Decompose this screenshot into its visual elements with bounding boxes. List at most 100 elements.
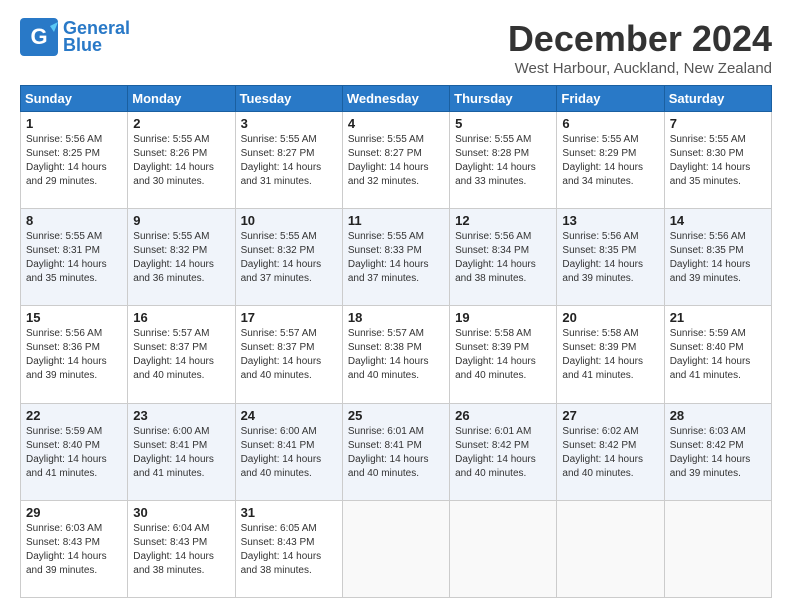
- calendar-cell: 19 Sunrise: 5:58 AM Sunset: 8:39 PM Dayli…: [450, 306, 557, 403]
- calendar-cell: 13 Sunrise: 5:56 AM Sunset: 8:35 PM Dayli…: [557, 209, 664, 306]
- day-info: Sunrise: 5:55 AM Sunset: 8:26 PM Dayligh…: [133, 133, 229, 189]
- col-tuesday: Tuesday: [235, 86, 342, 112]
- day-info: Sunrise: 5:57 AM Sunset: 8:38 PM Dayligh…: [348, 327, 444, 383]
- calendar-cell: 17 Sunrise: 5:57 AM Sunset: 8:37 PM Dayli…: [235, 306, 342, 403]
- calendar-table: Sunday Monday Tuesday Wednesday Thursday…: [20, 85, 772, 598]
- day-info: Sunrise: 5:56 AM Sunset: 8:36 PM Dayligh…: [26, 327, 122, 383]
- calendar-cell: 26 Sunrise: 6:01 AM Sunset: 8:42 PM Dayli…: [450, 403, 557, 500]
- calendar-cell: 24 Sunrise: 6:00 AM Sunset: 8:41 PM Dayli…: [235, 403, 342, 500]
- col-monday: Monday: [128, 86, 235, 112]
- day-info: Sunrise: 6:01 AM Sunset: 8:41 PM Dayligh…: [348, 425, 444, 481]
- day-number: 16: [133, 310, 229, 325]
- calendar-row: 8 Sunrise: 5:55 AM Sunset: 8:31 PM Daylig…: [21, 209, 772, 306]
- day-number: 22: [26, 408, 122, 423]
- day-info: Sunrise: 5:55 AM Sunset: 8:27 PM Dayligh…: [348, 133, 444, 189]
- calendar-cell: 30Sunrise: 6:04 AM Sunset: 8:43 PM Dayli…: [128, 500, 235, 597]
- col-friday: Friday: [557, 86, 664, 112]
- day-info: Sunrise: 5:58 AM Sunset: 8:39 PM Dayligh…: [562, 327, 658, 383]
- day-info: Sunrise: 6:05 AM Sunset: 8:43 PM Dayligh…: [241, 522, 337, 578]
- day-info: Sunrise: 5:55 AM Sunset: 8:28 PM Dayligh…: [455, 133, 551, 189]
- day-number: 5: [455, 116, 551, 131]
- day-info: Sunrise: 5:55 AM Sunset: 8:30 PM Dayligh…: [670, 133, 766, 189]
- day-info: Sunrise: 6:03 AM Sunset: 8:43 PM Dayligh…: [26, 522, 122, 578]
- col-thursday: Thursday: [450, 86, 557, 112]
- calendar-cell: 21 Sunrise: 5:59 AM Sunset: 8:40 PM Dayli…: [664, 306, 771, 403]
- calendar-cell: 28 Sunrise: 6:03 AM Sunset: 8:42 PM Dayli…: [664, 403, 771, 500]
- calendar-cell: 15 Sunrise: 5:56 AM Sunset: 8:36 PM Dayli…: [21, 306, 128, 403]
- day-number: 29: [26, 505, 122, 520]
- day-info: Sunrise: 6:00 AM Sunset: 8:41 PM Dayligh…: [133, 425, 229, 481]
- day-number: 24: [241, 408, 337, 423]
- calendar-cell: 16Sunrise: 5:57 AM Sunset: 8:37 PM Dayli…: [128, 306, 235, 403]
- calendar-cell: 11Sunrise: 5:55 AM Sunset: 8:33 PM Dayli…: [342, 209, 449, 306]
- day-info: Sunrise: 5:58 AM Sunset: 8:39 PM Dayligh…: [455, 327, 551, 383]
- calendar-cell: 6 Sunrise: 5:55 AM Sunset: 8:29 PM Daylig…: [557, 112, 664, 209]
- calendar-cell: 25Sunrise: 6:01 AM Sunset: 8:41 PM Dayli…: [342, 403, 449, 500]
- day-info: Sunrise: 6:04 AM Sunset: 8:43 PM Dayligh…: [133, 522, 229, 578]
- day-info: Sunrise: 5:55 AM Sunset: 8:32 PM Dayligh…: [241, 230, 337, 286]
- day-info: Sunrise: 5:59 AM Sunset: 8:40 PM Dayligh…: [670, 327, 766, 383]
- day-info: Sunrise: 5:56 AM Sunset: 8:34 PM Dayligh…: [455, 230, 551, 286]
- day-number: 19: [455, 310, 551, 325]
- day-number: 17: [241, 310, 337, 325]
- col-saturday: Saturday: [664, 86, 771, 112]
- calendar-cell: [664, 500, 771, 597]
- location: West Harbour, Auckland, New Zealand: [508, 60, 772, 77]
- day-number: 26: [455, 408, 551, 423]
- calendar-cell: 18 Sunrise: 5:57 AM Sunset: 8:38 PM Dayli…: [342, 306, 449, 403]
- day-number: 8: [26, 213, 122, 228]
- title-block: December 2024 West Harbour, Auckland, Ne…: [508, 18, 772, 77]
- day-number: 7: [670, 116, 766, 131]
- calendar-cell: 2 Sunrise: 5:55 AM Sunset: 8:26 PM Daylig…: [128, 112, 235, 209]
- calendar-cell: 22Sunrise: 5:59 AM Sunset: 8:40 PM Dayli…: [21, 403, 128, 500]
- day-info: Sunrise: 6:01 AM Sunset: 8:42 PM Dayligh…: [455, 425, 551, 481]
- calendar-row: 15 Sunrise: 5:56 AM Sunset: 8:36 PM Dayli…: [21, 306, 772, 403]
- day-number: 12: [455, 213, 551, 228]
- day-number: 2: [133, 116, 229, 131]
- day-number: 3: [241, 116, 337, 131]
- calendar-row: 22Sunrise: 5:59 AM Sunset: 8:40 PM Dayli…: [21, 403, 772, 500]
- day-number: 6: [562, 116, 658, 131]
- page: G General Blue December 2024 West Harbou…: [0, 0, 792, 612]
- calendar-cell: [342, 500, 449, 597]
- day-info: Sunrise: 5:55 AM Sunset: 8:31 PM Dayligh…: [26, 230, 122, 286]
- day-number: 18: [348, 310, 444, 325]
- day-number: 31: [241, 505, 337, 520]
- month-title: December 2024: [508, 18, 772, 60]
- day-info: Sunrise: 6:03 AM Sunset: 8:42 PM Dayligh…: [670, 425, 766, 481]
- calendar-cell: 12 Sunrise: 5:56 AM Sunset: 8:34 PM Dayli…: [450, 209, 557, 306]
- calendar-cell: 7 Sunrise: 5:55 AM Sunset: 8:30 PM Daylig…: [664, 112, 771, 209]
- calendar-cell: 14Sunrise: 5:56 AM Sunset: 8:35 PM Dayli…: [664, 209, 771, 306]
- calendar-cell: 9 Sunrise: 5:55 AM Sunset: 8:32 PM Daylig…: [128, 209, 235, 306]
- day-info: Sunrise: 6:02 AM Sunset: 8:42 PM Dayligh…: [562, 425, 658, 481]
- day-number: 28: [670, 408, 766, 423]
- day-number: 9: [133, 213, 229, 228]
- day-info: Sunrise: 5:55 AM Sunset: 8:32 PM Dayligh…: [133, 230, 229, 286]
- day-info: Sunrise: 5:56 AM Sunset: 8:35 PM Dayligh…: [562, 230, 658, 286]
- calendar-cell: 20Sunrise: 5:58 AM Sunset: 8:39 PM Dayli…: [557, 306, 664, 403]
- day-number: 21: [670, 310, 766, 325]
- calendar-cell: 23 Sunrise: 6:00 AM Sunset: 8:41 PM Dayli…: [128, 403, 235, 500]
- logo-icon: G: [20, 18, 58, 56]
- day-info: Sunrise: 5:56 AM Sunset: 8:25 PM Dayligh…: [26, 133, 122, 189]
- calendar-cell: 31 Sunrise: 6:05 AM Sunset: 8:43 PM Dayli…: [235, 500, 342, 597]
- day-info: Sunrise: 5:57 AM Sunset: 8:37 PM Dayligh…: [241, 327, 337, 383]
- calendar-cell: 5 Sunrise: 5:55 AM Sunset: 8:28 PM Daylig…: [450, 112, 557, 209]
- day-info: Sunrise: 5:55 AM Sunset: 8:27 PM Dayligh…: [241, 133, 337, 189]
- day-number: 13: [562, 213, 658, 228]
- calendar-cell: 29 Sunrise: 6:03 AM Sunset: 8:43 PM Dayli…: [21, 500, 128, 597]
- day-info: Sunrise: 6:00 AM Sunset: 8:41 PM Dayligh…: [241, 425, 337, 481]
- day-info: Sunrise: 5:56 AM Sunset: 8:35 PM Dayligh…: [670, 230, 766, 286]
- day-number: 1: [26, 116, 122, 131]
- day-number: 27: [562, 408, 658, 423]
- calendar-cell: [557, 500, 664, 597]
- day-number: 11: [348, 213, 444, 228]
- day-number: 10: [241, 213, 337, 228]
- day-number: 23: [133, 408, 229, 423]
- header: G General Blue December 2024 West Harbou…: [20, 18, 772, 77]
- col-sunday: Sunday: [21, 86, 128, 112]
- logo: G General Blue: [20, 18, 130, 56]
- day-number: 15: [26, 310, 122, 325]
- calendar-cell: 27 Sunrise: 6:02 AM Sunset: 8:42 PM Dayli…: [557, 403, 664, 500]
- day-info: Sunrise: 5:55 AM Sunset: 8:29 PM Dayligh…: [562, 133, 658, 189]
